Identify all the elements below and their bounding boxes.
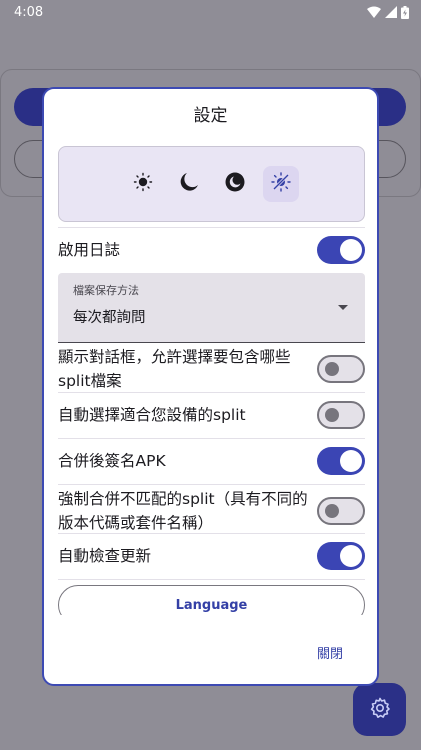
signal-icon [385, 6, 397, 18]
setting-row-sign-apk[interactable]: 合併後簽名APK [58, 441, 365, 481]
theme-option-dark[interactable] [171, 166, 207, 202]
settings-dialog: 設定 啟用日誌 檔案保存方法 每次都詢問 顯示對話框，允許選擇要包含哪些spli… [42, 87, 379, 686]
status-time: 4:08 [14, 4, 44, 20]
setting-row-logging[interactable]: 啟用日誌 [58, 231, 365, 269]
theme-selector [58, 146, 365, 222]
status-icons [367, 5, 409, 19]
toggle-logging[interactable] [317, 236, 365, 264]
system-theme-icon [270, 171, 292, 197]
setting-row-force-merge[interactable]: 強制合併不匹配的split（具有不同的版本代碼或套件名稱） [58, 487, 365, 535]
save-method-dropdown[interactable]: 檔案保存方法 每次都詢問 [58, 273, 365, 343]
amoled-theme-icon [224, 171, 246, 197]
dropdown-arrow-icon [338, 305, 348, 310]
setting-label-force-merge: 強制合併不匹配的split（具有不同的版本代碼或套件名稱） [58, 490, 308, 532]
toggle-force-merge[interactable] [317, 497, 365, 525]
setting-row-split-dialog[interactable]: 顯示對話框，允許選擇要包含哪些split檔案 [58, 345, 365, 393]
dark-theme-icon [178, 171, 200, 197]
dialog-title: 設定 [193, 106, 228, 126]
wifi-icon [367, 6, 381, 18]
save-method-label: 檔案保存方法 [73, 284, 139, 297]
divider [58, 484, 365, 485]
scroll-clip [44, 615, 377, 639]
theme-option-light[interactable] [125, 166, 161, 202]
save-method-value: 每次都詢問 [73, 310, 146, 326]
toggle-auto-update[interactable] [317, 542, 365, 570]
setting-row-auto-update[interactable]: 自動檢查更新 [58, 537, 365, 575]
setting-row-auto-split[interactable]: 自動選擇適合您設備的split [58, 395, 365, 435]
settings-fab[interactable] [353, 683, 406, 736]
theme-option-system[interactable] [262, 166, 299, 202]
divider [58, 579, 365, 580]
toggle-auto-split[interactable] [317, 401, 365, 429]
setting-label-sign-apk: 合併後簽名APK [58, 452, 166, 470]
toggle-split-dialog[interactable] [317, 355, 365, 383]
status-bar: 4:08 [0, 0, 421, 24]
divider [58, 438, 365, 439]
gear-icon [368, 696, 392, 724]
setting-label-logging: 啟用日誌 [58, 241, 121, 259]
light-theme-icon [133, 172, 153, 196]
divider [58, 392, 365, 393]
setting-label-auto-update: 自動檢查更新 [58, 547, 152, 565]
battery-icon [401, 5, 409, 19]
setting-label-auto-split: 自動選擇適合您設備的split [58, 406, 246, 424]
divider [58, 533, 365, 534]
close-button[interactable]: 關閉 [317, 643, 343, 665]
divider [58, 227, 365, 228]
toggle-sign-apk[interactable] [317, 447, 365, 475]
setting-label-split-dialog: 顯示對話框，允許選擇要包含哪些split檔案 [58, 348, 291, 390]
theme-option-amoled[interactable] [217, 166, 253, 202]
